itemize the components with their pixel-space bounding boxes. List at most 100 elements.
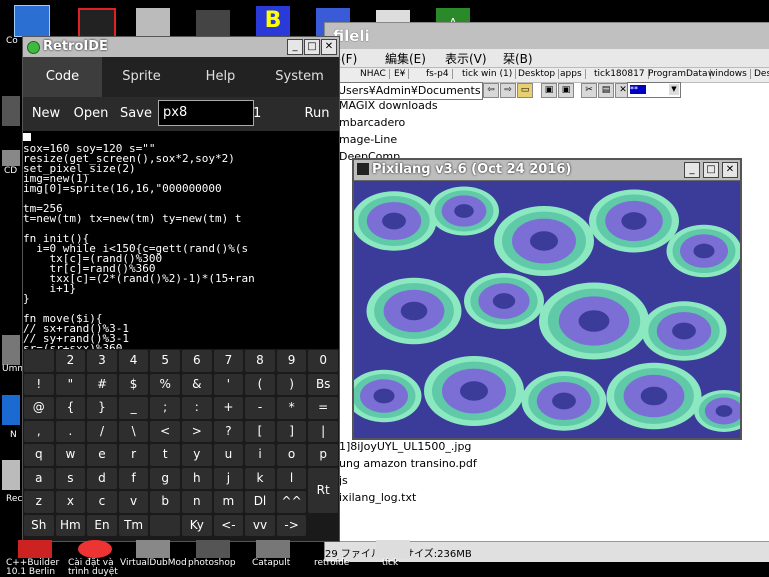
list-item[interactable]: ung amazon transino.pdf [339,457,477,470]
maximize-icon[interactable]: □ [703,162,719,178]
key[interactable]: d [87,467,117,489]
bookmark-item[interactable]: Desk [751,69,769,79]
minimize-icon[interactable]: _ [684,162,700,178]
key[interactable]: / [87,420,117,442]
close-icon[interactable]: ✕ [722,162,738,178]
key[interactable]: 0 [308,350,338,372]
key[interactable]: _ [118,397,149,419]
b-icon[interactable]: B [256,6,290,36]
key[interactable]: ( [245,373,275,395]
taskbar-label[interactable]: photoshop [188,558,236,568]
taskbar-label[interactable]: retroide [314,558,349,568]
save-button[interactable]: Save [117,97,155,131]
key[interactable]: g [150,467,180,489]
key[interactable]: $ [118,373,149,395]
key[interactable]: [ [245,420,275,442]
list-item[interactable]: MAGIX downloads [339,99,438,112]
tab-help[interactable]: Help [181,57,260,97]
key[interactable]: r [118,444,149,466]
list-item[interactable]: mbarcadero [339,116,405,129]
list-item[interactable]: mage-Line [339,133,397,146]
taskbar-label[interactable]: tick [382,558,398,568]
open-button[interactable]: Open [71,97,111,131]
key[interactable]: \ [118,420,149,442]
key[interactable]: > [182,420,212,442]
key[interactable]: : [182,397,212,419]
folder-icon[interactable] [2,96,20,126]
network-icon[interactable] [2,395,20,425]
bookmark-item[interactable]: NHAC [357,69,390,79]
pixilang-window[interactable]: Pixilang v3.6 (Oct 24 2016) _ □ ✕ [352,158,742,440]
key[interactable]: ? [213,420,244,442]
maximize-icon[interactable]: □ [304,39,320,55]
key[interactable]: a [24,467,54,489]
key[interactable]: p [308,444,338,466]
bookmark-item[interactable]: fs-p4 [423,69,453,79]
chrome-icon[interactable] [78,540,112,558]
close-icon[interactable]: ✕ [321,39,337,55]
computer-icon[interactable] [14,5,50,37]
key[interactable]: ^^ [276,491,307,513]
key[interactable]: c [87,491,117,513]
menu-bookmarks[interactable]: 栞(B) [503,50,533,67]
key[interactable]: # [87,373,117,395]
key[interactable]: Ky [182,514,212,536]
key[interactable]: e [87,444,117,466]
pixilang-canvas[interactable] [354,181,740,438]
key[interactable]: , [24,420,54,442]
key[interactable]: w [55,444,86,466]
key[interactable]: 2 [55,350,86,372]
back-icon[interactable]: ⇦ [483,83,499,98]
key[interactable]: l [276,467,307,489]
paste-icon[interactable]: ▤ [598,83,614,98]
key[interactable]: -> [276,514,307,536]
key[interactable]: k [245,467,275,489]
new-button[interactable]: New [27,97,65,131]
photoshop-icon[interactable] [196,540,230,558]
app-icon[interactable] [136,8,170,38]
recycle-bin-icon[interactable] [2,460,20,490]
key[interactable]: @ [24,397,54,419]
key[interactable]: 6 [182,350,212,372]
chevron-down-icon[interactable]: ▼ [669,84,679,95]
key[interactable]: j [213,467,244,489]
retroide-titlebar[interactable]: RetroIDE _ □ ✕ [23,37,339,57]
key[interactable]: ; [150,397,180,419]
retroide-window[interactable]: RetroIDE _ □ ✕ Code Sprite Help System N… [22,36,340,542]
cut-icon[interactable]: ✂ [581,83,597,98]
key[interactable]: 8 [245,350,275,372]
key[interactable]: + [213,397,244,419]
key[interactable]: = [308,397,338,419]
bookmark-item[interactable]: tick180817 [591,69,649,79]
bookmark-item[interactable]: Desktop [515,69,560,79]
key[interactable]: * [276,397,307,419]
key[interactable]: ) [276,373,307,395]
key[interactable]: f [118,467,149,489]
space-key[interactable] [150,514,180,536]
key[interactable]: 9 [276,350,307,372]
key[interactable]: & [182,373,212,395]
tab-system[interactable]: System [260,57,339,97]
bookmark-item[interactable]: ProgramData [645,69,712,79]
key[interactable]: t [150,444,180,466]
key[interactable]: En [87,514,117,536]
key[interactable]: ! [24,373,54,395]
key[interactable]: ] [276,420,307,442]
user-icon[interactable] [2,335,20,365]
bookmark-item[interactable]: windows [705,69,751,79]
key[interactable]: 3 [87,350,117,372]
key[interactable]: Bs [308,373,338,395]
cpp-builder-icon[interactable] [18,540,52,558]
menu-view[interactable]: 表示(V) [445,50,487,67]
key[interactable]: . [55,420,86,442]
key[interactable]: 7 [213,350,244,372]
key[interactable]: % [150,373,180,395]
blank-key[interactable] [24,350,54,372]
list-item[interactable]: js [339,474,348,487]
key[interactable]: } [87,397,117,419]
forward-icon[interactable]: ⇨ [500,83,516,98]
key[interactable]: b [150,491,180,513]
move-icon[interactable]: ▣ [558,83,574,98]
key[interactable]: | [308,420,338,442]
key[interactable]: - [245,397,275,419]
